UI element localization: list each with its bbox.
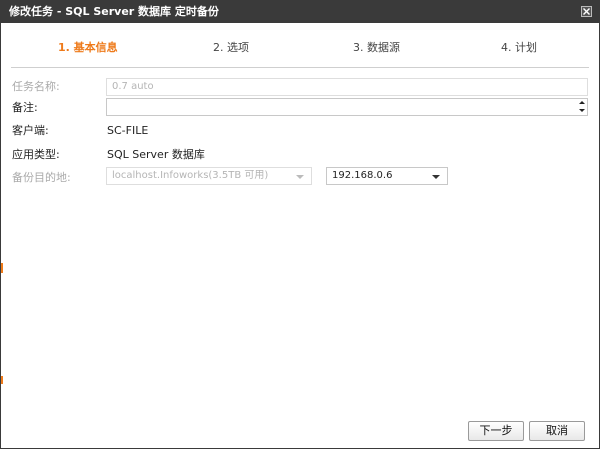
step-data-source[interactable]: 3. 数据源 bbox=[353, 41, 400, 55]
chevron-down-icon bbox=[296, 175, 304, 179]
note-scroll[interactable] bbox=[577, 99, 587, 115]
note-input[interactable] bbox=[106, 98, 588, 116]
window-title: 修改任务 - SQL Server 数据库 定时备份 bbox=[9, 5, 219, 18]
step-options[interactable]: 2. 选项 bbox=[213, 41, 249, 55]
task-name-input[interactable]: 0.7 auto bbox=[106, 78, 588, 96]
task-name-label: 任务名称: bbox=[12, 80, 60, 93]
app-type-value: SQL Server 数据库 bbox=[107, 148, 205, 161]
app-type-label: 应用类型: bbox=[12, 148, 60, 161]
note-label: 备注: bbox=[12, 101, 38, 114]
edge-marker bbox=[1, 376, 3, 384]
step-schedule[interactable]: 4. 计划 bbox=[501, 41, 537, 55]
edge-marker bbox=[1, 263, 3, 273]
close-icon bbox=[583, 8, 590, 15]
cancel-button[interactable]: 取消 bbox=[529, 421, 585, 441]
next-button[interactable]: 下一步 bbox=[468, 421, 524, 441]
step-basic-info[interactable]: 1. 基本信息 bbox=[58, 41, 118, 55]
storage-select[interactable]: localhost.Infoworks(3.5TB 可用) bbox=[106, 167, 312, 185]
backup-target-label: 备份目的地: bbox=[12, 171, 71, 184]
task-name-value: 0.7 auto bbox=[112, 81, 154, 92]
steps-divider bbox=[11, 67, 589, 68]
edit-task-dialog: 修改任务 - SQL Server 数据库 定时备份 1. 基本信息 2. 选项… bbox=[0, 0, 600, 449]
scroll-down-icon[interactable] bbox=[577, 107, 587, 115]
title-bar: 修改任务 - SQL Server 数据库 定时备份 bbox=[1, 1, 599, 23]
ip-selected: 192.168.0.6 bbox=[332, 170, 393, 181]
client-label: 客户端: bbox=[12, 124, 49, 137]
client-value: SC-FILE bbox=[107, 124, 149, 137]
close-button[interactable] bbox=[581, 6, 592, 17]
storage-selected: localhost.Infoworks(3.5TB 可用) bbox=[112, 170, 269, 181]
ip-select[interactable]: 192.168.0.6 bbox=[326, 167, 448, 185]
chevron-down-icon bbox=[432, 175, 440, 179]
wizard-steps: 1. 基本信息 2. 选项 3. 数据源 4. 计划 bbox=[1, 41, 599, 57]
scroll-up-icon[interactable] bbox=[577, 99, 587, 107]
